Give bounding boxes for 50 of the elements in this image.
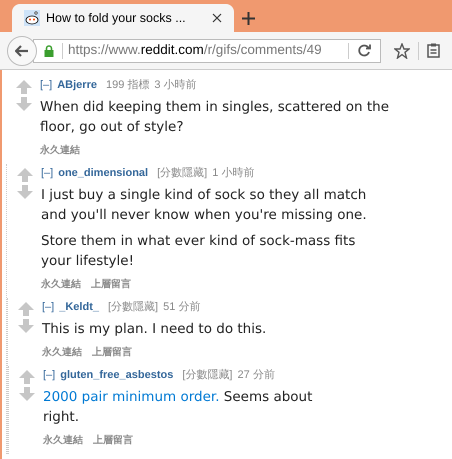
- collapse-toggle[interactable]: [–]: [42, 300, 54, 314]
- alien-icon: [24, 10, 40, 26]
- downvote-icon[interactable]: [17, 185, 33, 199]
- action-link[interactable]: 上層留言: [91, 277, 131, 292]
- new-tab-icon[interactable]: [242, 12, 255, 25]
- collapse-toggle[interactable]: [–]: [40, 78, 52, 92]
- lock-icon: [44, 44, 54, 56]
- author-link[interactable]: ABjerre: [57, 78, 97, 92]
- upvote-icon[interactable]: [18, 302, 34, 316]
- action-link[interactable]: 永久連結: [42, 345, 82, 360]
- time-text: 3 小時前: [154, 78, 197, 92]
- downvote-icon[interactable]: [18, 319, 34, 333]
- action-link[interactable]: 永久連結: [41, 277, 81, 292]
- action-link[interactable]: 永久連結: [43, 433, 83, 448]
- reload-icon[interactable]: [358, 44, 371, 57]
- upvote-icon[interactable]: [19, 370, 35, 384]
- author-link[interactable]: gluten_free_asbestos: [60, 368, 174, 382]
- browser-tab[interactable]: How to fold your socks ...: [12, 4, 234, 32]
- score-text: [分數隱藏]: [157, 166, 208, 180]
- clipboard-icon[interactable]: [427, 43, 440, 58]
- time-text: 51 分前: [163, 300, 200, 314]
- time-text: 27 分前: [237, 368, 275, 382]
- close-icon[interactable]: [212, 13, 222, 23]
- upvote-icon[interactable]: [16, 80, 32, 94]
- comment-text: I just buy a single kind of sock so they all match and you'll never know when you're missing one.: [41, 186, 368, 225]
- upvote-icon[interactable]: [17, 168, 33, 182]
- time-text: 1 小時前: [212, 166, 254, 180]
- tab-title: How to fold your socks ...: [46, 10, 187, 27]
- comment-text: When did keeping them in singles, scattered on the floor, go out of style?: [40, 98, 390, 137]
- score-text: [分數隱藏]: [108, 300, 158, 314]
- score-text: 199 指標: [106, 78, 150, 92]
- comment-text: This is my plan. I need to do this.: [42, 320, 268, 339]
- comment-text: Store them in what ever kind of sock-mass fits your lifestyle!: [41, 232, 356, 271]
- collapse-toggle[interactable]: [–]: [43, 368, 56, 382]
- back-button[interactable]: [7, 36, 37, 66]
- collapse-toggle[interactable]: [–]: [41, 166, 54, 180]
- downvote-icon[interactable]: [19, 387, 35, 401]
- url-text: https://www.reddit.com/r/gifs/comments/49: [68, 41, 323, 60]
- comment-text: 2000 pair minimum order. Seems about right.: [43, 388, 314, 427]
- downvote-icon[interactable]: [16, 97, 32, 111]
- comment-link[interactable]: 2000 pair minimum order.: [43, 389, 220, 405]
- author-link[interactable]: one_dimensional: [58, 166, 148, 180]
- action-link[interactable]: 上層留言: [92, 345, 132, 360]
- address-field[interactable]: https://www.reddit.com/r/gifs/comments/49: [33, 38, 381, 62]
- action-link[interactable]: 上層留言: [93, 433, 133, 448]
- back-arrow-icon: [15, 44, 29, 56]
- author-link[interactable]: _Keldt_: [59, 300, 99, 314]
- score-text: [分數隱藏]: [182, 368, 232, 382]
- star-icon[interactable]: [394, 42, 410, 58]
- action-link[interactable]: 永久連結: [40, 143, 80, 158]
